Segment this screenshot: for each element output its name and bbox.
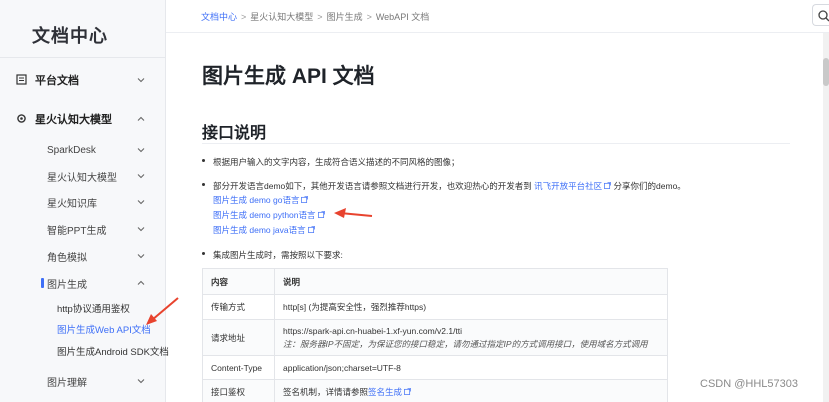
sidebar-section-label: 星火认知大模型 (35, 114, 112, 126)
request-url-note: 注：服务器IP不固定，为保证您的接口稳定，请勿通过指定IP的方式调用接口，使用域… (283, 338, 648, 349)
breadcrumb-item-spark-model[interactable]: 星火认知大模型 (250, 12, 313, 22)
sidebar-subitem-http-auth[interactable]: http协议通用鉴权 (57, 301, 130, 315)
auth-text: 签名机制，详情请参照 (283, 387, 369, 397)
chevron-down-icon (137, 200, 145, 205)
section-title: 接口说明 (202, 125, 267, 142)
bullet-text: 集成图片生成时，需按照以下要求: (213, 250, 343, 260)
bullet-text: 部分开发语言demo如下，其他开发语言请参照文档进行开发，也欢迎热心的开发者到 (213, 181, 532, 191)
bullet-item: 部分开发语言demo如下，其他开发语言请参照文档进行开发，也欢迎热心的开发者到 … (202, 180, 686, 192)
chevron-down-icon (137, 174, 145, 179)
demo-link-label: 图片生成 demo python语言 (213, 210, 316, 220)
main-content: 文档中心 > 星火认知大模型 > 图片生成 > WebAPI 文档 图片生成 API 文档 … (166, 0, 829, 402)
chevron-down-icon (137, 227, 145, 232)
table-key-cell: 接口鉴权 (202, 379, 275, 402)
docs-center-logo: 文档中心 (32, 26, 108, 46)
table-key-cell: Content-Type (202, 355, 275, 380)
demo-link-label: 图片生成 demo java语言 (213, 225, 306, 235)
requirements-table: 内容 说明 传输方式 http[s] (为提高安全性，强烈推荐https) 请求… (202, 268, 668, 402)
sidebar-divider (0, 57, 165, 58)
annotation-arrow-web-api (146, 297, 179, 325)
breadcrumb-separator: > (317, 12, 323, 22)
sidebar-item-label: 星火知识库 (47, 198, 97, 210)
chevron-down-icon (137, 78, 145, 83)
active-indicator (41, 278, 44, 288)
sidebar: 文档中心 平台文档 星火认知大模型 SparkDesk 星火认知大模型 星火知识… (0, 0, 169, 402)
bullet-text: 分享你们的demo。 (613, 181, 686, 191)
demo-link-java[interactable]: 图片生成 demo java语言 (213, 224, 315, 236)
demo-link-label: 图片生成 demo go语言 (213, 195, 300, 205)
sidebar-item-spark-model[interactable]: 星火认知大模型 (0, 163, 165, 189)
sidebar-item-label: 智能PPT生成 (47, 225, 107, 237)
sidebar-item-label: 星火认知大模型 (47, 172, 117, 184)
section-divider (202, 143, 790, 144)
chevron-up-icon (137, 280, 145, 285)
page-title: 图片生成 API 文档 (202, 65, 375, 88)
breadcrumb-item-image-generation[interactable]: 图片生成 (327, 12, 363, 22)
external-link-icon (301, 196, 309, 203)
chevron-down-icon (137, 379, 145, 384)
table-value-cell: 签名机制，详情请参照签名生成 (274, 379, 668, 402)
scrollbar-thumb[interactable] (823, 58, 829, 86)
table-value-cell: application/json;charset=UTF-8 (274, 355, 668, 380)
scrollbar-track[interactable] (823, 33, 829, 402)
breadcrumb-item-webapi-doc: WebAPI 文档 (375, 12, 430, 22)
table-key-cell: 传输方式 (202, 294, 275, 320)
chevron-down-icon (137, 148, 145, 153)
header-divider (166, 32, 829, 33)
breadcrumb: 文档中心 > 星火认知大模型 > 图片生成 > WebAPI 文档 (201, 10, 429, 23)
breadcrumb-item-docs-center[interactable]: 文档中心 (201, 12, 237, 22)
table-value-cell: http[s] (为提高安全性，强烈推荐https) (274, 294, 668, 320)
table-row: 接口鉴权 签名机制，详情请参照签名生成 (202, 379, 668, 402)
sidebar-item-sparkdesk[interactable]: SparkDesk (0, 137, 165, 163)
demo-link-go[interactable]: 图片生成 demo go语言 (213, 194, 309, 206)
community-link[interactable]: 讯飞开放平台社区 (534, 181, 602, 191)
external-link-icon (604, 182, 612, 189)
table-row: 传输方式 http[s] (为提高安全性，强烈推荐https) (202, 294, 668, 320)
request-url: https://spark-api.cn-huabei-1.xf-yun.com… (283, 325, 463, 336)
sidebar-item-image-generation[interactable]: 图片生成 (0, 270, 165, 296)
breadcrumb-separator: > (366, 12, 372, 22)
table-value-cell: https://spark-api.cn-huabei-1.xf-yun.com… (274, 319, 668, 356)
external-link-icon (317, 211, 325, 218)
bullet-text: 根据用户输入的文字内容，生成符合语义描述的不同风格的图像； (213, 157, 460, 167)
annotation-arrow-python (334, 208, 373, 218)
chevron-down-icon (137, 254, 145, 259)
table-key-cell: 请求地址 (202, 319, 275, 356)
sidebar-subitem-web-api-doc[interactable]: 图片生成Web API文档 (57, 322, 151, 336)
document-list-icon (16, 74, 27, 85)
search-button[interactable] (812, 4, 829, 26)
table-row: Content-Type application/json;charset=UT… (202, 355, 668, 380)
table-header-row: 内容 说明 (202, 268, 668, 295)
sidebar-section-label: 平台文档 (35, 75, 79, 87)
bullet-item: 根据用户输入的文字内容，生成符合语义描述的不同风格的图像； (202, 156, 460, 168)
sidebar-item-ppt-generation[interactable]: 智能PPT生成 (0, 216, 165, 242)
chevron-up-icon (137, 116, 145, 121)
sidebar-item-label: 角色模拟 (47, 252, 87, 264)
sidebar-item-knowledge-base[interactable]: 星火知识库 (0, 189, 165, 215)
table-header-cell: 内容 (202, 268, 275, 295)
bullet-item: 集成图片生成时，需按照以下要求: (202, 249, 343, 261)
external-link-icon (404, 388, 411, 395)
sidebar-item-label: 图片理解 (47, 377, 87, 389)
watermark: CSDN @HHL57303 (700, 378, 798, 390)
sidebar-subitem-android-sdk-doc[interactable]: 图片生成Android SDK文档 (57, 344, 169, 358)
table-row: 请求地址 https://spark-api.cn-huabei-1.xf-yu… (202, 319, 668, 356)
table-header-cell: 说明 (274, 268, 668, 295)
sidebar-item-label: SparkDesk (47, 144, 96, 156)
sidebar-section-spark-model[interactable]: 星火认知大模型 (0, 106, 165, 132)
sidebar-item-role-simulation[interactable]: 角色模拟 (0, 243, 165, 269)
sidebar-item-label: 图片生成 (47, 279, 87, 291)
gear-icon (17, 114, 26, 123)
demo-link-python[interactable]: 图片生成 demo python语言 (213, 209, 325, 221)
sidebar-section-platform-docs[interactable]: 平台文档 (0, 67, 165, 93)
breadcrumb-separator: > (241, 12, 247, 22)
external-link-icon (307, 226, 315, 233)
signature-link[interactable]: 签名生成 (368, 387, 402, 397)
sidebar-item-image-understanding[interactable]: 图片理解 (0, 368, 165, 394)
search-icon (818, 10, 829, 22)
